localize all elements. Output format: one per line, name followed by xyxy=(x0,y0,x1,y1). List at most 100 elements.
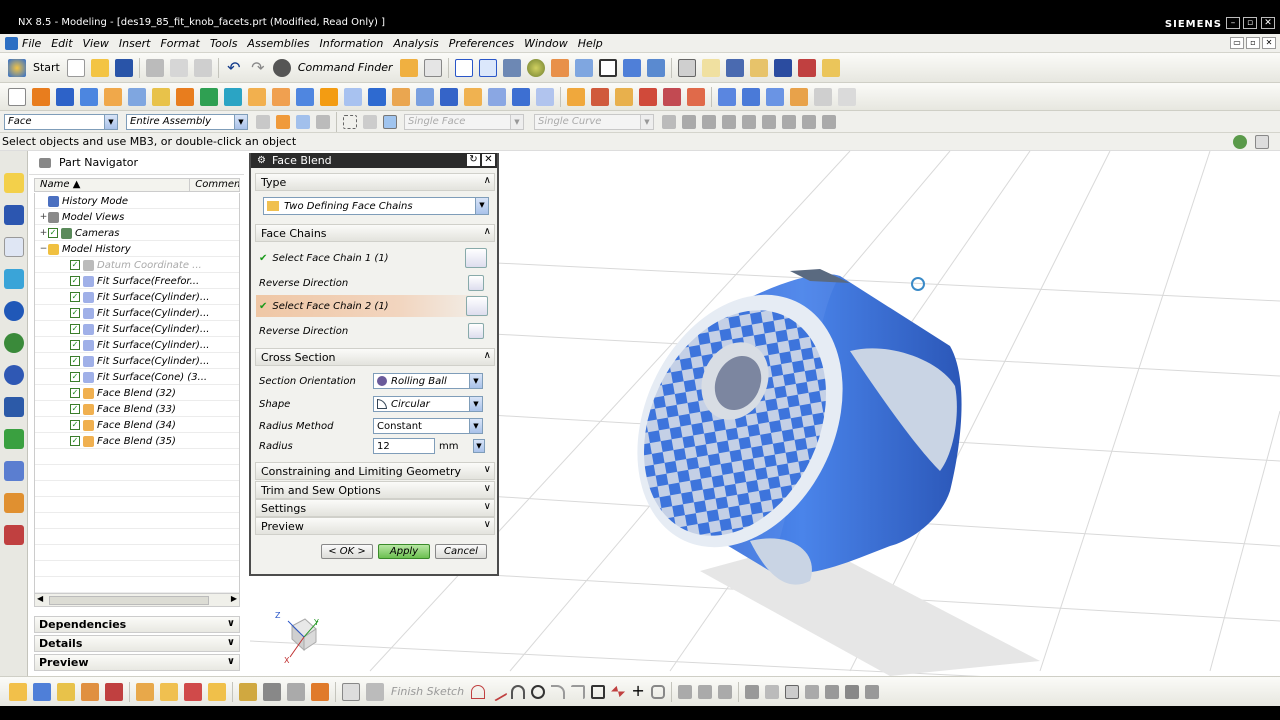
snap-mid-icon[interactable] xyxy=(682,114,696,129)
web-browser-icon[interactable] xyxy=(4,301,24,321)
face-chain-2-selector-icon[interactable] xyxy=(466,296,488,316)
cancel-button[interactable]: Cancel xyxy=(435,544,487,559)
radius-input[interactable]: 12 xyxy=(373,438,435,454)
menu-insert[interactable]: Insert xyxy=(119,37,151,50)
pin-icon[interactable] xyxy=(39,157,51,168)
reverse-direction-icon[interactable] xyxy=(468,323,484,339)
tree-node[interactable]: − Model History xyxy=(35,241,239,257)
sketch-line-icon[interactable] xyxy=(488,681,508,702)
boss-icon[interactable] xyxy=(128,87,146,106)
visibility-checkbox[interactable]: ✓ xyxy=(70,260,80,270)
copy-icon[interactable] xyxy=(169,58,188,77)
scope-dropdown[interactable]: Entire Assembly ▼ xyxy=(126,113,248,130)
visibility-checkbox[interactable]: ✓ xyxy=(70,356,80,366)
animate-dimension-icon[interactable] xyxy=(825,684,840,699)
block-icon[interactable] xyxy=(80,87,98,106)
reset-icon[interactable]: ↻ xyxy=(467,154,480,166)
tree-node[interactable]: ✓ Face Blend (33) xyxy=(35,401,239,417)
panel-dependencies[interactable]: Dependencies ∨ xyxy=(34,616,240,633)
datum-csys-icon[interactable] xyxy=(33,682,51,701)
sketch-rectangle-icon[interactable] xyxy=(591,684,606,699)
section-preview[interactable]: Preview ∨ xyxy=(255,517,495,535)
type-filter-dropdown[interactable]: Face ▼ xyxy=(4,113,118,130)
visibility-checkbox[interactable]: ✓ xyxy=(70,404,80,414)
visibility-checkbox[interactable]: ✓ xyxy=(70,292,80,302)
snap-quadrant-icon[interactable] xyxy=(762,114,776,129)
synchronous-icon[interactable] xyxy=(536,87,554,106)
subtract-icon[interactable] xyxy=(200,87,218,106)
doc-restore-button[interactable]: ▭ xyxy=(1230,37,1244,49)
hole-icon[interactable] xyxy=(104,87,122,106)
edge-blend-icon[interactable] xyxy=(248,87,266,106)
curve-rule-dropdown[interactable]: Single Curve ▼ xyxy=(534,113,654,130)
datum-axis-icon[interactable] xyxy=(81,682,99,701)
tree-node[interactable]: ✓ Fit Surface(Cylinder)... xyxy=(35,353,239,369)
finish-sketch-icon[interactable] xyxy=(366,682,384,701)
doc-maximize-button[interactable]: ▫ xyxy=(1246,37,1260,49)
face-chain-1-selector-icon[interactable] xyxy=(465,248,487,268)
reverse-direction-2[interactable]: Reverse Direction xyxy=(259,320,493,342)
through-curves-icon[interactable] xyxy=(718,87,736,106)
minimize-button[interactable]: – xyxy=(1226,17,1240,29)
menu-information[interactable]: Information xyxy=(320,37,384,50)
expand-toggle-icon[interactable]: − xyxy=(39,244,48,254)
manufacturing-wizards-icon[interactable] xyxy=(4,461,24,481)
datum-plane-icon[interactable] xyxy=(152,87,170,106)
finish-sketch-button[interactable]: Finish Sketch xyxy=(391,685,464,698)
extrude-icon[interactable] xyxy=(32,87,50,106)
system-scenes-icon[interactable] xyxy=(4,525,24,545)
geometric-constraint-icon[interactable] xyxy=(765,684,780,699)
cut-icon[interactable] xyxy=(145,58,164,77)
filter-reset-icon[interactable] xyxy=(256,114,270,129)
line-icon[interactable] xyxy=(263,682,281,701)
info-icon[interactable] xyxy=(423,58,442,77)
start-icon[interactable] xyxy=(8,58,26,77)
scroll-right-icon[interactable]: ▶ xyxy=(231,594,237,603)
move-object-icon[interactable] xyxy=(725,58,744,77)
insert-point-icon[interactable] xyxy=(57,682,75,701)
section-orientation-dropdown[interactable]: Rolling Ball ▼ xyxy=(373,373,483,389)
type-dropdown[interactable]: Two Defining Face Chains ▼ xyxy=(263,197,489,215)
offset-face-icon[interactable] xyxy=(344,87,362,106)
constraint-navigator-icon[interactable] xyxy=(4,205,24,225)
column-comment[interactable]: Commen xyxy=(190,179,239,191)
ok-button[interactable]: < OK > xyxy=(321,544,373,559)
chamfer-icon[interactable] xyxy=(272,87,290,106)
visibility-checkbox[interactable]: ✓ xyxy=(70,436,80,446)
save-icon[interactable] xyxy=(114,58,133,77)
tree-node[interactable]: ✓ Fit Surface(Cylinder)... xyxy=(35,289,239,305)
point-icon[interactable] xyxy=(9,682,27,701)
tree-node[interactable]: History Mode xyxy=(35,193,239,209)
ruled-icon[interactable] xyxy=(742,87,760,106)
paste-icon[interactable] xyxy=(193,58,212,77)
menu-file[interactable]: File xyxy=(22,37,41,50)
shaded-icon[interactable] xyxy=(526,58,545,77)
system-materials-icon[interactable] xyxy=(4,397,24,417)
visibility-checkbox[interactable]: ✓ xyxy=(70,340,80,350)
visibility-checkbox[interactable]: ✓ xyxy=(70,276,80,286)
rectangle-select-icon[interactable] xyxy=(343,114,357,129)
trim-body-icon[interactable] xyxy=(368,87,386,106)
menu-window[interactable]: Window xyxy=(524,37,568,50)
recycle-icon[interactable] xyxy=(1233,134,1247,149)
tree-node[interactable]: ✓ Datum Coordinate ... xyxy=(35,257,239,273)
snap-point-on-curve-icon[interactable] xyxy=(782,114,796,129)
render-style-icon[interactable] xyxy=(502,58,521,77)
selection-icon[interactable] xyxy=(797,58,816,77)
visibility-checkbox[interactable]: ✓ xyxy=(48,228,58,238)
section-constraining[interactable]: Constraining and Limiting Geometry ∨ xyxy=(255,462,495,480)
scroll-left-icon[interactable]: ◀ xyxy=(37,594,43,603)
work-layer-icon[interactable] xyxy=(646,58,665,77)
sketch-icon[interactable] xyxy=(8,87,26,106)
plus-icon[interactable]: + xyxy=(631,682,645,699)
visibility-checkbox[interactable]: ✓ xyxy=(70,372,80,382)
unite-icon[interactable] xyxy=(176,87,194,106)
polygon-icon[interactable] xyxy=(611,685,626,698)
snap-center-icon[interactable] xyxy=(742,114,756,129)
part-navigator-icon[interactable] xyxy=(4,237,24,257)
measure-icon[interactable] xyxy=(821,58,840,77)
scrollbar-thumb[interactable] xyxy=(49,596,209,605)
radius-method-dropdown[interactable]: Constant ▼ xyxy=(373,418,483,434)
redo-icon[interactable]: ↷ xyxy=(249,58,267,77)
new-file-icon[interactable] xyxy=(66,58,85,77)
